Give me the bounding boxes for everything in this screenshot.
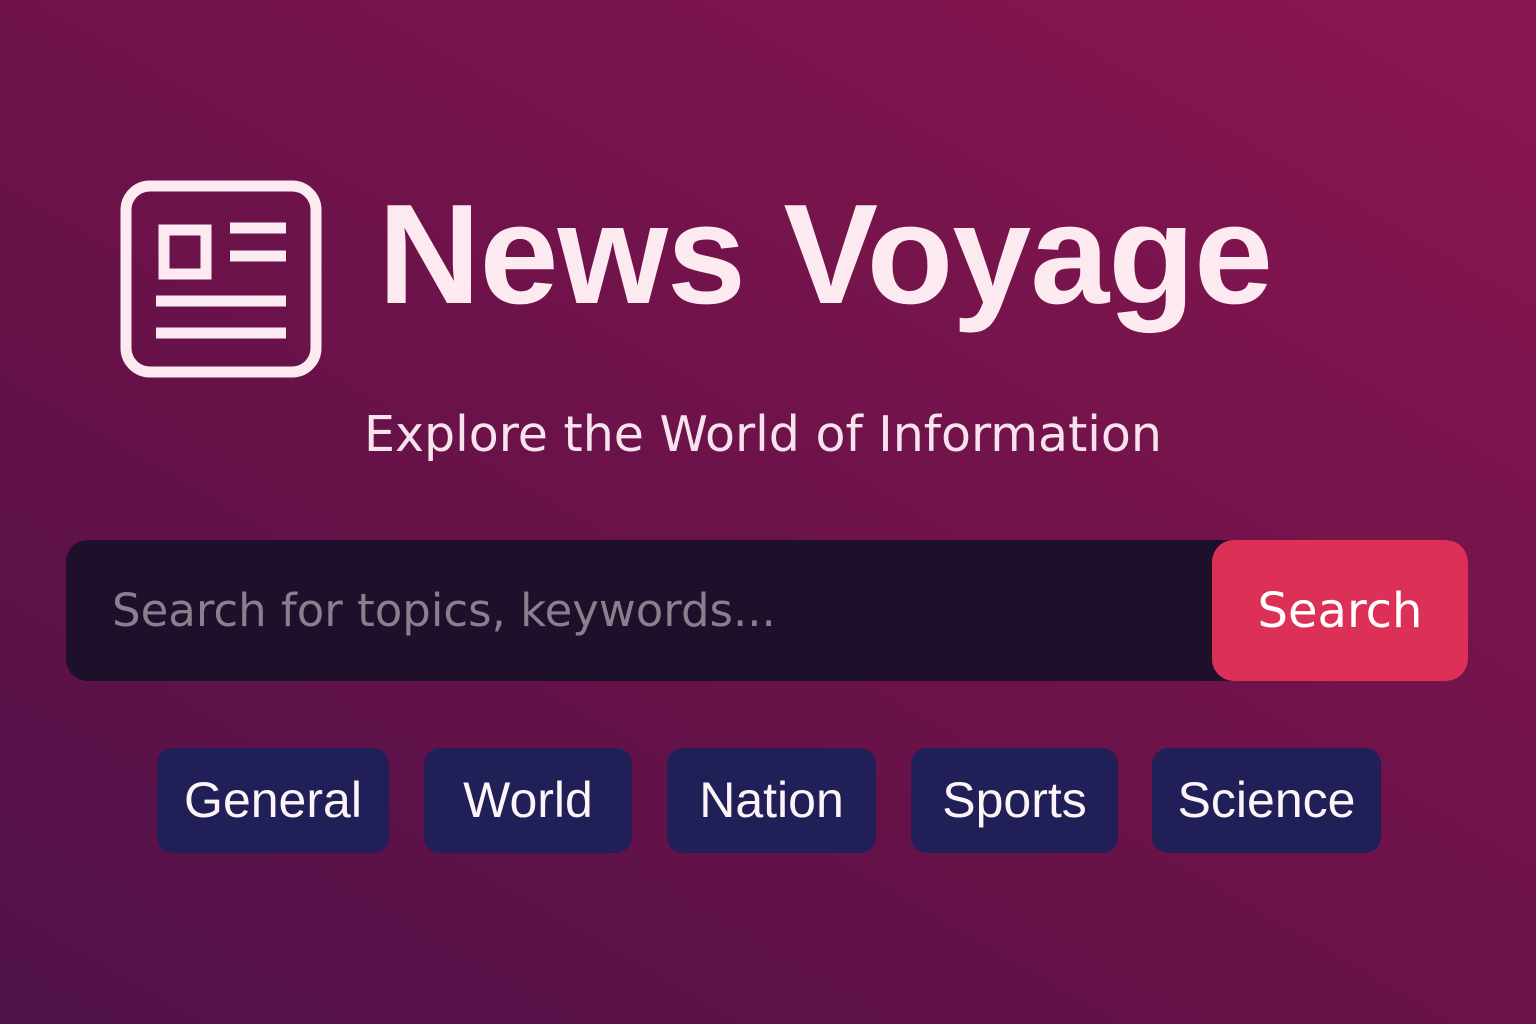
category-chip-world[interactable]: World: [424, 748, 632, 853]
category-list: General World Nation Sports Science: [0, 748, 1536, 853]
tagline: Explore the World of Information: [364, 406, 1162, 463]
category-chip-general[interactable]: General: [157, 748, 389, 853]
app-title: News Voyage: [378, 175, 1273, 334]
search-bar: Search: [66, 540, 1468, 681]
search-input[interactable]: [66, 540, 1212, 681]
category-chip-sports[interactable]: Sports: [911, 748, 1118, 853]
category-chip-science[interactable]: Science: [1152, 748, 1381, 853]
category-chip-nation[interactable]: Nation: [667, 748, 876, 853]
newspaper-icon: [120, 180, 322, 378]
search-button[interactable]: Search: [1212, 540, 1468, 681]
